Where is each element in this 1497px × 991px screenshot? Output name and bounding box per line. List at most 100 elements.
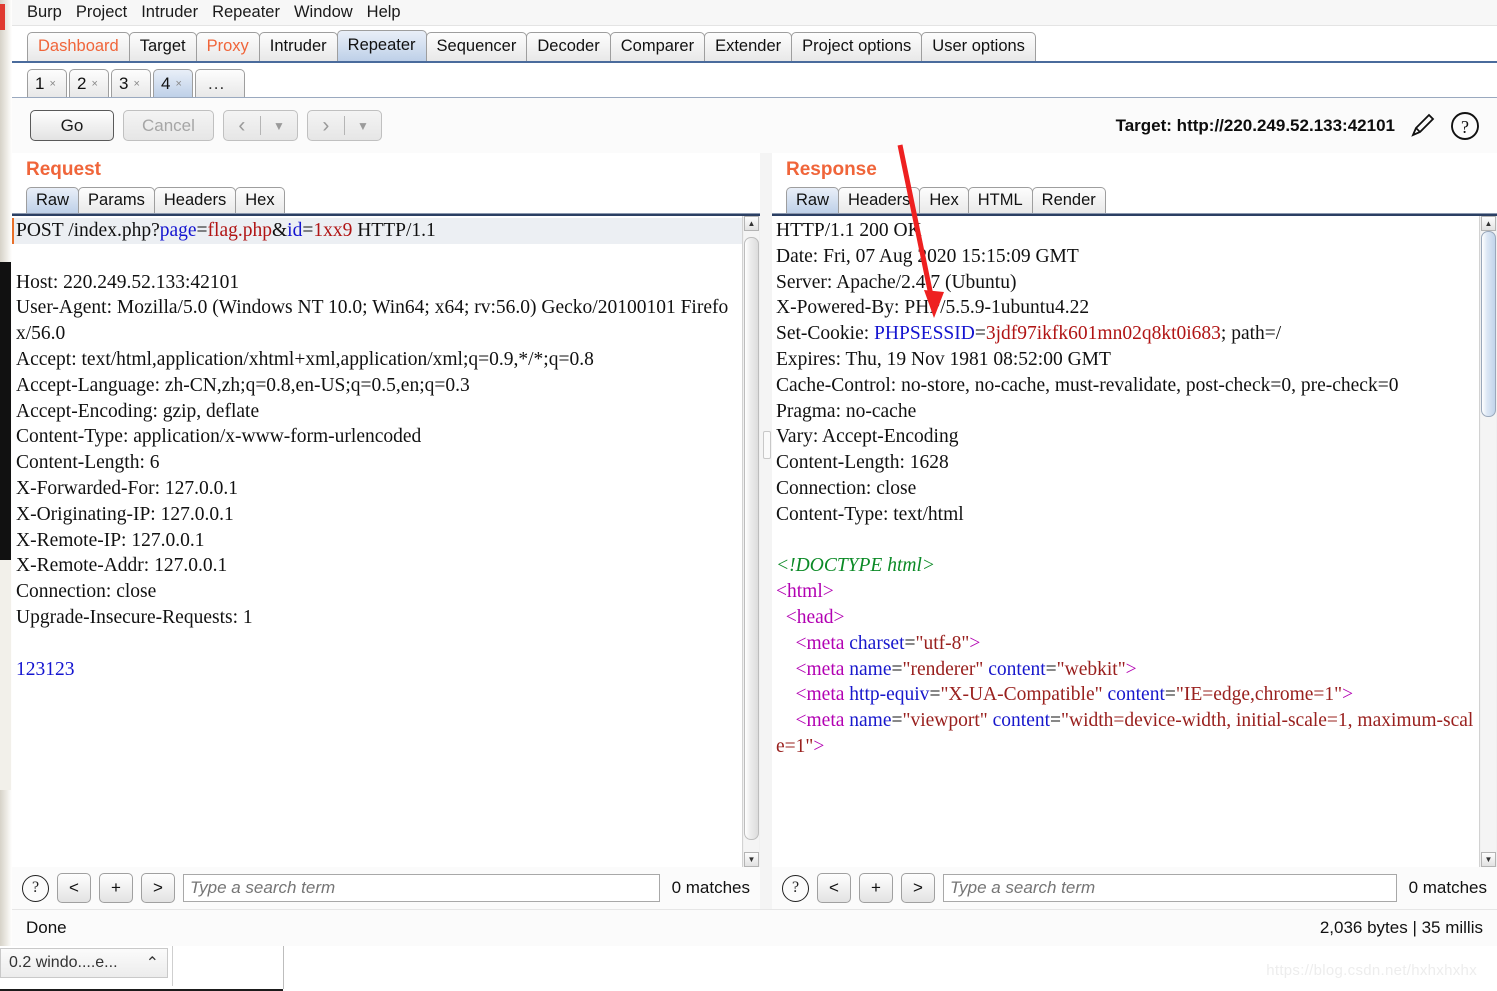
response-tab-hex[interactable]: Hex xyxy=(919,187,969,213)
burp-suite-window: Burp Project Intruder Repeater Window He… xyxy=(12,0,1497,946)
repeater-tab-bar: 1 × 2 × 3 × 4 × ... xyxy=(12,63,1497,98)
response-editor[interactable]: HTTP/1.1 200 OK Date: Fri, 07 Aug 2020 1… xyxy=(772,216,1479,867)
scroll-up-icon[interactable]: ▲ xyxy=(744,216,759,231)
search-next-button[interactable]: > xyxy=(901,873,935,903)
search-add-button[interactable]: + xyxy=(99,873,133,903)
chevron-down-icon[interactable]: ▼ xyxy=(261,119,297,133)
scroll-down-icon[interactable]: ▼ xyxy=(1481,852,1496,867)
request-match-count: 0 matches xyxy=(671,878,750,897)
taskbar-window-label: 0.2 windo....e... xyxy=(9,954,118,971)
scroll-down-icon[interactable]: ▼ xyxy=(744,852,759,867)
close-icon[interactable]: × xyxy=(91,78,97,90)
chevron-left-icon: ‹ xyxy=(238,114,246,137)
menu-bar: Burp Project Intruder Repeater Window He… xyxy=(12,0,1497,26)
repeater-tab-1[interactable]: 1 × xyxy=(27,69,67,97)
response-match-count: 0 matches xyxy=(1408,878,1487,897)
tab-sequencer[interactable]: Sequencer xyxy=(425,32,528,61)
menu-item-project[interactable]: Project xyxy=(69,3,134,22)
request-editor[interactable]: POST /index.php?page=flag.php&id=1xx9 HT… xyxy=(12,216,742,867)
repeater-tab-new[interactable]: ... xyxy=(195,69,245,97)
response-title: Response xyxy=(786,159,877,180)
tab-intruder[interactable]: Intruder xyxy=(258,32,338,61)
back-button[interactable]: ‹ ▼ xyxy=(222,110,298,141)
response-stats: 2,036 bytes | 35 millis xyxy=(1319,918,1483,937)
tab-target[interactable]: Target xyxy=(128,32,197,61)
tab-proxy[interactable]: Proxy xyxy=(195,32,260,61)
watermark: https://blog.csdn.net/hxhxhxhx xyxy=(1266,962,1477,979)
tab-decoder[interactable]: Decoder xyxy=(526,32,611,61)
request-search-input[interactable] xyxy=(183,874,660,902)
main-tab-bar: Dashboard Target Proxy Intruder Repeater… xyxy=(12,26,1497,63)
forward-button[interactable]: › ▼ xyxy=(306,110,382,141)
pencil-icon[interactable] xyxy=(1407,111,1437,141)
tab-comparer[interactable]: Comparer xyxy=(609,32,706,61)
chevron-right-icon: › xyxy=(322,114,330,137)
cancel-button: Cancel xyxy=(123,110,214,141)
tab-extender[interactable]: Extender xyxy=(704,32,793,61)
taskbar-separator xyxy=(283,946,284,989)
pane-splitter[interactable] xyxy=(760,153,772,909)
response-tab-html[interactable]: HTML xyxy=(967,187,1033,213)
menu-item-help[interactable]: Help xyxy=(360,3,408,22)
scroll-up-icon[interactable]: ▲ xyxy=(1481,216,1496,231)
menu-item-intruder[interactable]: Intruder xyxy=(134,3,205,22)
request-tab-hex[interactable]: Hex xyxy=(235,187,285,213)
repeater-tab-2[interactable]: 2 × xyxy=(69,69,109,97)
search-next-button[interactable]: > xyxy=(141,873,175,903)
request-pane: Request Raw Params Headers Hex POST /ind… xyxy=(12,153,760,909)
request-editor-wrap: POST /index.php?page=flag.php&id=1xx9 HT… xyxy=(12,214,760,867)
tab-project-options[interactable]: Project options xyxy=(791,32,923,61)
close-icon[interactable]: × xyxy=(175,78,181,90)
go-button[interactable]: Go xyxy=(30,110,114,141)
tab-repeater[interactable]: Repeater xyxy=(336,30,427,61)
request-search-bar: ? < + > 0 matches xyxy=(12,867,760,909)
request-subtabs: Raw Params Headers Hex xyxy=(12,185,760,214)
request-tab-params[interactable]: Params xyxy=(78,187,155,213)
search-prev-button[interactable]: < xyxy=(57,873,91,903)
response-tab-render[interactable]: Render xyxy=(1031,187,1106,213)
menu-item-repeater[interactable]: Repeater xyxy=(205,3,287,22)
response-vertical-scrollbar[interactable]: ▲ ▼ xyxy=(1479,216,1497,867)
request-response-split: Request Raw Params Headers Hex POST /ind… xyxy=(12,153,1497,909)
tab-dashboard[interactable]: Dashboard xyxy=(27,32,130,61)
menu-item-burp[interactable]: Burp xyxy=(20,3,69,22)
target-url-label: Target: http://220.249.52.133:42101 xyxy=(1115,115,1395,135)
tab-user-options[interactable]: User options xyxy=(921,32,1036,61)
close-icon[interactable]: × xyxy=(49,78,55,90)
background-window-dark-region xyxy=(0,262,11,560)
question-circle-icon[interactable]: ? xyxy=(1449,110,1481,142)
request-title: Request xyxy=(26,159,101,180)
repeater-tab-1-label: 1 xyxy=(35,73,45,93)
taskbar-window-button[interactable]: 0.2 windo....e... ⌃ xyxy=(0,948,168,978)
scroll-track[interactable] xyxy=(744,231,759,852)
repeater-tab-3[interactable]: 3 × xyxy=(111,69,151,97)
repeater-tab-4-label: 4 xyxy=(161,73,171,93)
request-tab-headers[interactable]: Headers xyxy=(153,187,237,213)
search-prev-button[interactable]: < xyxy=(817,873,851,903)
splitter-grip[interactable] xyxy=(763,431,771,459)
response-tab-raw[interactable]: Raw xyxy=(786,187,840,213)
svg-text:?: ? xyxy=(1461,117,1469,137)
chevron-down-icon[interactable]: ▼ xyxy=(345,119,381,133)
request-vertical-scrollbar[interactable]: ▲ ▼ xyxy=(742,216,760,867)
close-icon[interactable]: × xyxy=(133,78,139,90)
repeater-tab-4[interactable]: 4 × xyxy=(153,69,193,97)
response-pane: Response Raw Headers Hex HTML Render HTT… xyxy=(772,153,1497,909)
chevron-up-icon[interactable]: ⌃ xyxy=(146,953,159,973)
repeater-toolbar: Go Cancel ‹ ▼ › ▼ Target: http://220.249… xyxy=(12,98,1497,153)
response-editor-wrap: HTTP/1.1 200 OK Date: Fri, 07 Aug 2020 1… xyxy=(772,214,1497,867)
scroll-thumb[interactable] xyxy=(1481,231,1496,418)
menu-item-window[interactable]: Window xyxy=(287,3,360,22)
taskbar-separator xyxy=(172,946,173,986)
request-tab-raw[interactable]: Raw xyxy=(26,187,80,213)
response-search-bar: ? < + > 0 matches xyxy=(772,867,1497,909)
scroll-thumb[interactable] xyxy=(744,237,759,840)
scroll-track[interactable] xyxy=(1481,231,1496,852)
question-circle-icon[interactable]: ? xyxy=(22,874,49,902)
question-circle-icon[interactable]: ? xyxy=(782,874,809,902)
search-add-button[interactable]: + xyxy=(859,873,893,903)
status-message: Done xyxy=(26,918,67,937)
response-tab-headers[interactable]: Headers xyxy=(838,187,921,213)
target-area: Target: http://220.249.52.133:42101 ? xyxy=(1116,110,1487,142)
response-search-input[interactable] xyxy=(943,874,1397,902)
